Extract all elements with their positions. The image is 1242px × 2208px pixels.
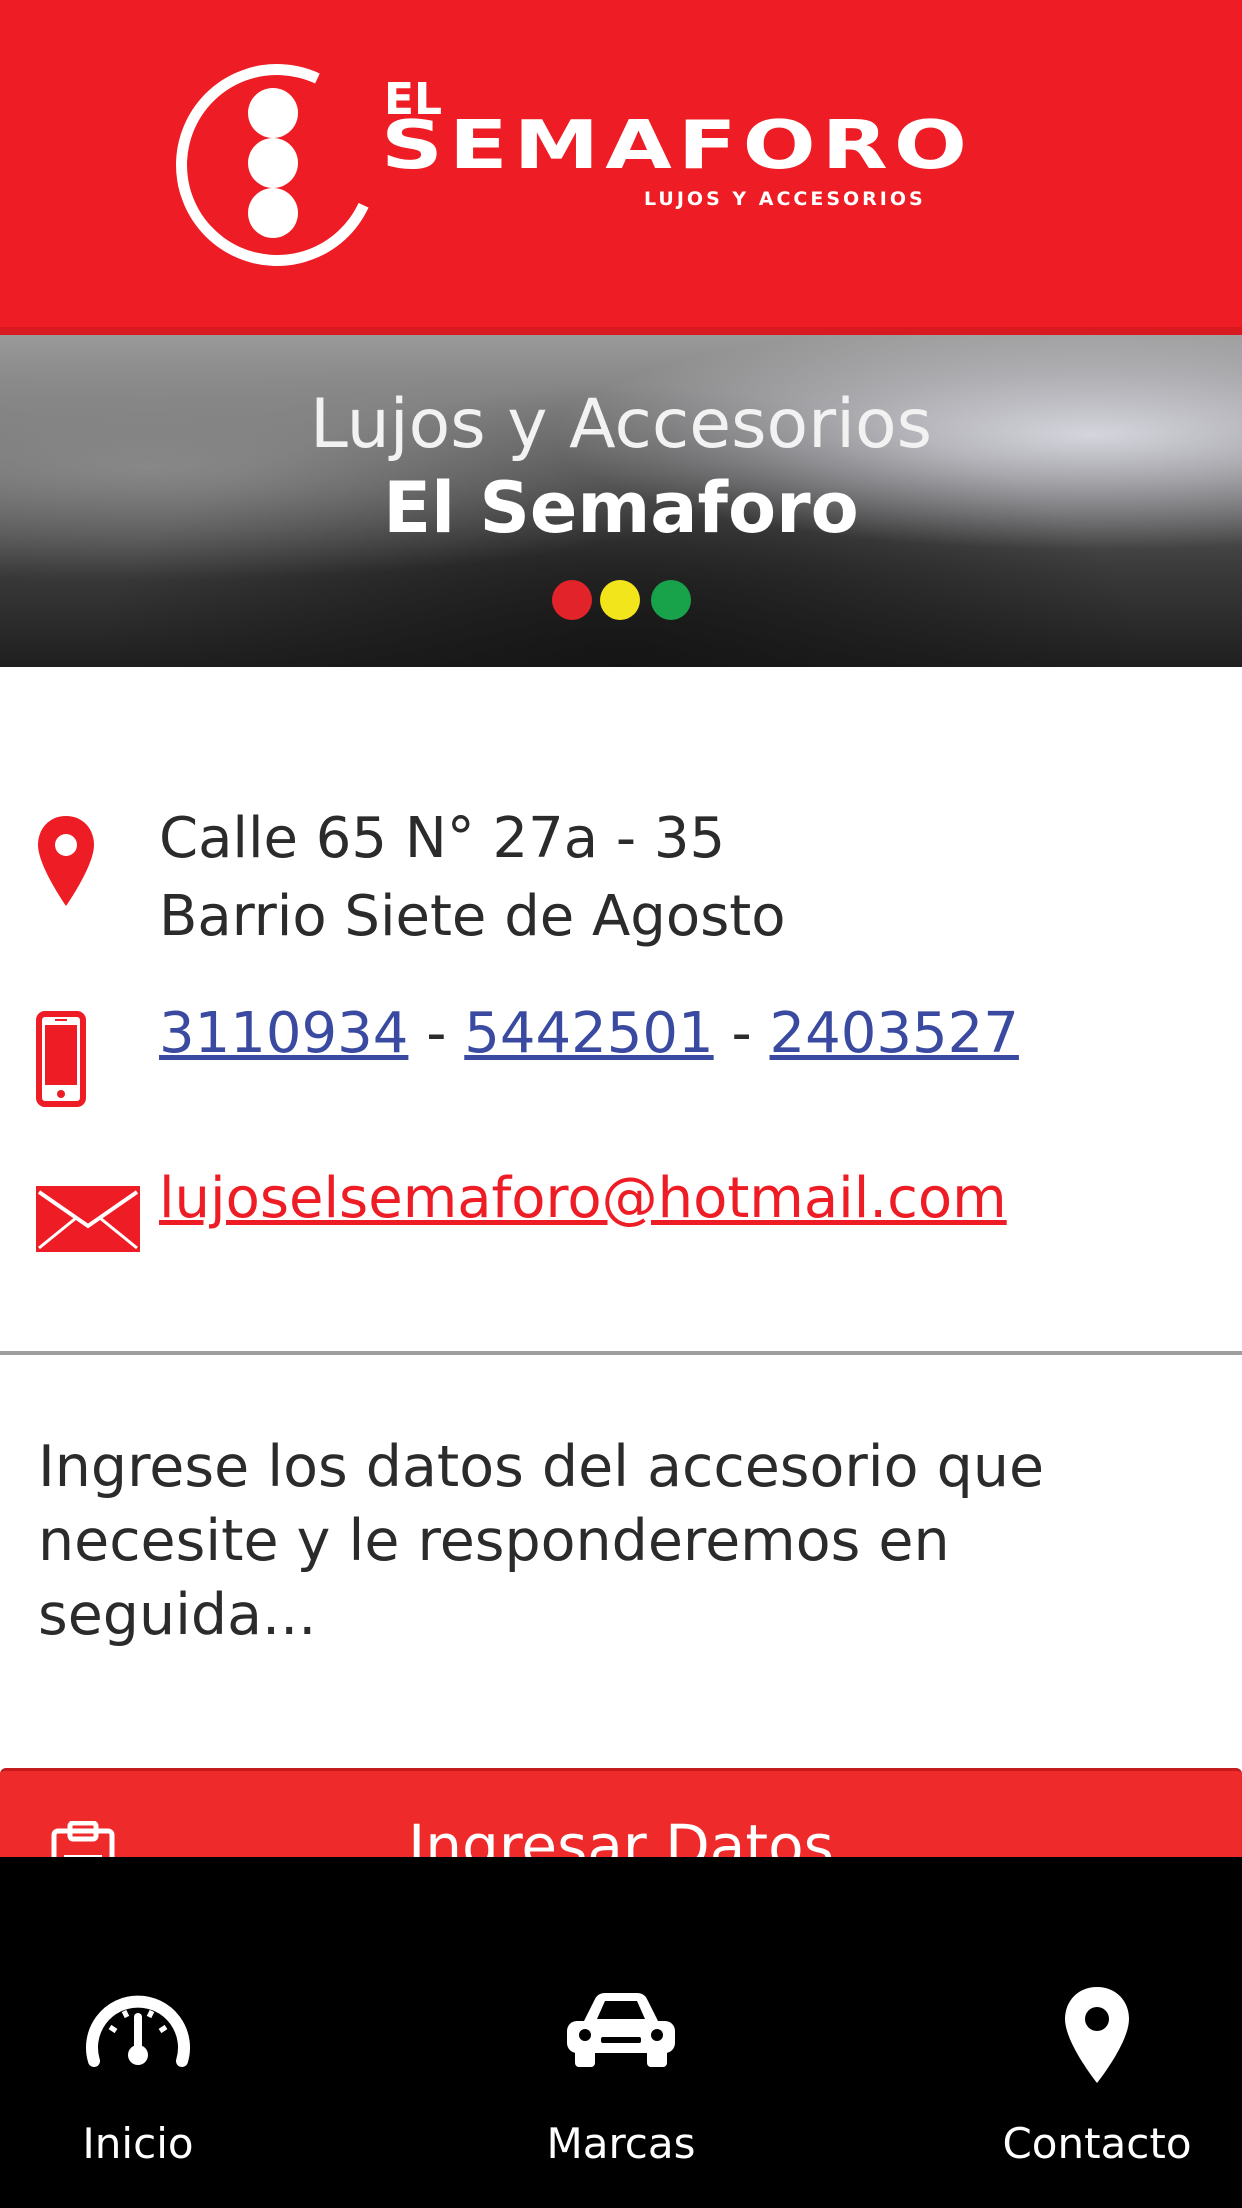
nav-item-inicio[interactable]: Inicio [0, 1857, 288, 2208]
mobile-phone-icon [36, 1011, 86, 1111]
header-divider [0, 327, 1242, 335]
envelope-icon [36, 1186, 140, 1256]
logo-tagline: LUJOS Y ACCESORIOS [644, 188, 926, 210]
logo-dot [248, 188, 298, 238]
email-field: lujoselsemaforo@hotmail.com [159, 1160, 1007, 1238]
logo-wordmark: SEMAFORO [381, 106, 974, 185]
nav-label-marcas: Marcas [546, 2119, 696, 2168]
address-line-2: Barrio Siete de Agosto [159, 884, 786, 949]
phone-separator: - [731, 1001, 752, 1066]
phone-separator: - [426, 1001, 447, 1066]
nav-label-inicio: Inicio [82, 2119, 194, 2168]
nav-label-contacto: Contacto [1002, 2119, 1192, 2168]
phone-link-2[interactable]: 5442501 [464, 1001, 713, 1066]
section-divider [0, 1351, 1242, 1355]
location-pin-icon [36, 814, 96, 914]
app-header: EL SEMAFORO LUJOS Y ACCESORIOS [0, 0, 1242, 327]
bottom-navigation: Inicio Marcas Contacto [0, 1857, 1242, 2208]
banner-title: Lujos y Accesorios [309, 385, 933, 464]
nav-item-contacto[interactable]: Contacto [947, 1857, 1242, 2208]
traffic-light-yellow [600, 580, 640, 620]
email-link[interactable]: lujoselsemaforo@hotmail.com [159, 1166, 1007, 1231]
phone-link-3[interactable]: 2403527 [770, 1001, 1019, 1066]
request-description: Ingrese los datos del accesorio que nece… [38, 1434, 1045, 1648]
traffic-light-green [651, 580, 691, 620]
traffic-light-red [552, 580, 592, 620]
nav-item-marcas[interactable]: Marcas [471, 1857, 771, 2208]
location-pin-icon [1062, 1985, 1132, 2089]
address-line-1: Calle 65 N° 27a - 35 [159, 806, 726, 871]
banner-store-name: El Semaforo [383, 467, 859, 549]
car-icon [561, 1987, 681, 2075]
logo-dot [248, 138, 298, 188]
el-semaforo-logo: EL SEMAFORO LUJOS Y ACCESORIOS [147, 35, 1076, 295]
store-banner: Lujos y Accesorios El Semaforo [0, 335, 1242, 667]
phone-link-1[interactable]: 3110934 [159, 1001, 408, 1066]
phone-numbers: 3110934 - 5442501 - 2403527 [159, 995, 1019, 1073]
speedometer-icon [86, 1987, 190, 2071]
logo-dot [248, 88, 298, 138]
